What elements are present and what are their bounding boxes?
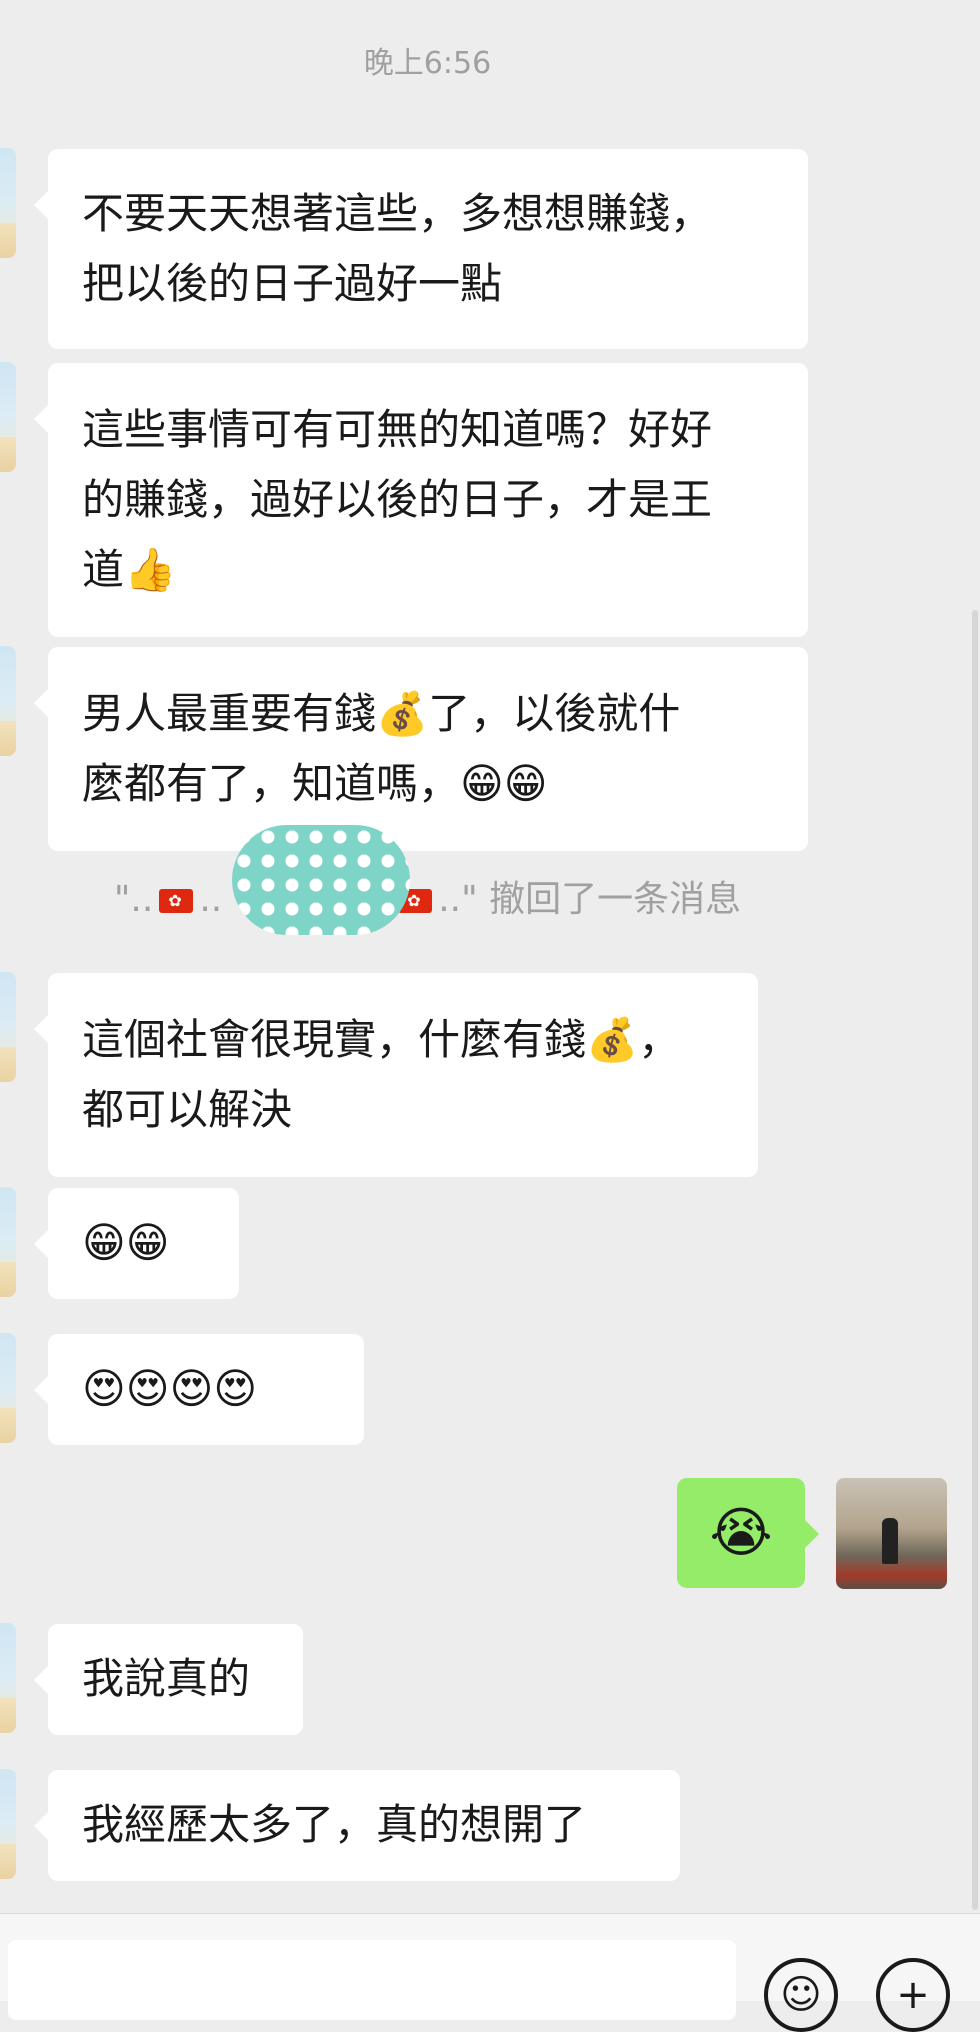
message-line: 不要天天想著這些，多想想賺錢， bbox=[82, 189, 713, 238]
contact-avatar[interactable] bbox=[0, 148, 16, 258]
contact-avatar[interactable] bbox=[0, 1769, 16, 1879]
recall-notice: ".... .." 撤回了一条消息 bbox=[0, 870, 855, 922]
contact-avatar[interactable] bbox=[0, 362, 16, 472]
received-message[interactable]: 我說真的 bbox=[34, 1624, 303, 1735]
message-input[interactable] bbox=[8, 1940, 736, 2020]
received-message[interactable]: 男人最重要有錢💰了，以後就什 麼都有了，知道嗎，😁😁 bbox=[34, 647, 808, 851]
contact-avatar[interactable] bbox=[0, 1187, 16, 1297]
contact-avatar[interactable] bbox=[0, 646, 16, 756]
contact-avatar[interactable] bbox=[0, 1333, 16, 1443]
message-text: 我經歷太多了，真的想開了 bbox=[82, 1800, 587, 1849]
redacted-name-mosaic bbox=[232, 825, 410, 935]
received-message[interactable]: 這些事情可有可無的知道嗎？好好 的賺錢，過好以後的日子，才是王 道👍 bbox=[34, 363, 808, 637]
chat-input-bar: ☺ + bbox=[0, 1913, 980, 2032]
message-line: 麼都有了，知道嗎，😁😁 bbox=[82, 759, 548, 808]
received-message[interactable]: 😍😍😍😍 bbox=[34, 1334, 364, 1445]
message-line: 這個社會很現實，什麼有錢💰， bbox=[82, 1015, 681, 1064]
message-line: 的賺錢，過好以後的日子，才是王 bbox=[82, 475, 713, 524]
message-line: 都可以解決 bbox=[82, 1085, 293, 1134]
emoji-glyph: ☺ bbox=[780, 1972, 822, 2018]
chat-timestamp: 晚上6:56 bbox=[363, 46, 492, 81]
message-text: 我說真的 bbox=[82, 1654, 251, 1703]
hong-kong-flag-icon bbox=[159, 889, 194, 913]
my-avatar[interactable] bbox=[836, 1478, 947, 1589]
message-line: 男人最重要有錢💰了，以後就什 bbox=[82, 689, 681, 738]
received-message[interactable]: 不要天天想著這些，多想想賺錢， 把以後的日子過好一點 bbox=[34, 149, 808, 349]
recall-middle: .. bbox=[199, 879, 223, 920]
contact-avatar[interactable] bbox=[0, 1623, 16, 1733]
message-text: 😍😍😍😍 bbox=[82, 1364, 258, 1413]
recall-suffix: .." 撤回了一条消息 bbox=[438, 879, 742, 920]
received-message[interactable]: 😁😁 bbox=[34, 1188, 239, 1299]
sent-message[interactable]: 😭 bbox=[677, 1478, 819, 1588]
message-line: 把以後的日子過好一點 bbox=[82, 259, 503, 308]
plus-glyph: + bbox=[896, 1972, 930, 2018]
plus-icon[interactable]: + bbox=[876, 1958, 950, 2032]
message-line: 這些事情可有可無的知道嗎？好好 bbox=[82, 405, 713, 454]
recall-prefix: ".. bbox=[113, 879, 154, 920]
received-message[interactable]: 我經歷太多了，真的想開了 bbox=[34, 1770, 680, 1881]
message-line: 道👍 bbox=[82, 545, 177, 594]
scrollbar[interactable] bbox=[972, 610, 978, 1910]
received-message[interactable]: 這個社會很現實，什麼有錢💰， 都可以解決 bbox=[34, 973, 758, 1177]
message-text: 😭 bbox=[709, 1501, 773, 1564]
emoji-icon[interactable]: ☺ bbox=[764, 1958, 838, 2032]
contact-avatar[interactable] bbox=[0, 972, 16, 1082]
message-text: 😁😁 bbox=[82, 1218, 170, 1267]
